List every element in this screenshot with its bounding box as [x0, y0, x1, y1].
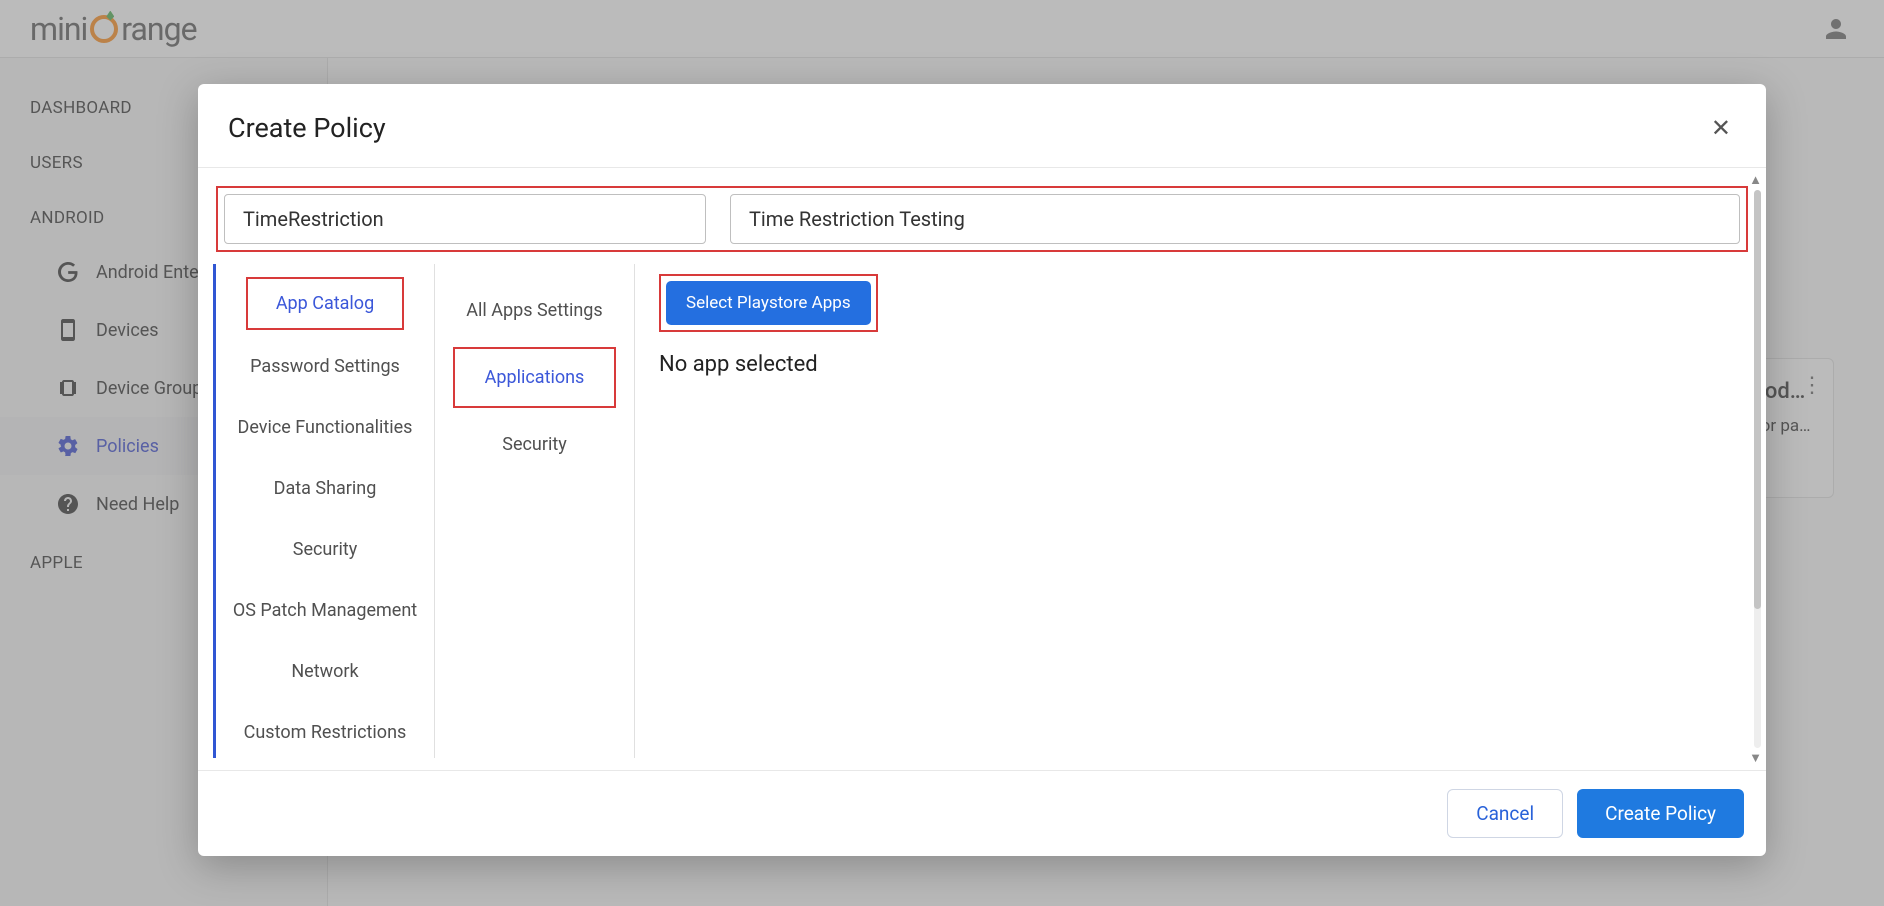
category-security[interactable]: Security — [222, 519, 428, 580]
scrollbar[interactable] — [1754, 190, 1761, 748]
create-policy-modal: Create Policy ✕ ▲ ▼ App Catalog Password… — [198, 84, 1766, 856]
scroll-down-icon[interactable]: ▼ — [1749, 750, 1762, 766]
no-app-selected-text: No app selected — [659, 352, 1727, 377]
policy-name-input[interactable] — [224, 194, 706, 244]
create-policy-button[interactable]: Create Policy — [1577, 789, 1744, 838]
sidebar-item-label: Need Help — [96, 494, 179, 515]
sidebar-item-label: Devices — [96, 320, 159, 341]
app-catalog-highlight-box: App Catalog — [246, 277, 404, 330]
sidebar-item-label: Policies — [96, 436, 159, 457]
modal-body: ▲ ▼ App Catalog Password Settings Device… — [198, 168, 1766, 770]
brand-logo: mini range — [30, 10, 197, 48]
policy-description-input[interactable] — [730, 194, 1740, 244]
category-password-settings[interactable]: Password Settings — [222, 336, 428, 397]
category-column: App Catalog Password Settings Device Fun… — [213, 264, 435, 758]
select-playstore-apps-button[interactable]: Select Playstore Apps — [666, 281, 871, 325]
logo-ring-icon — [90, 15, 118, 43]
category-custom-restrictions[interactable]: Custom Restrictions — [222, 702, 428, 763]
gear-icon — [55, 433, 81, 459]
applications-highlight-box: Applications — [453, 347, 616, 408]
select-apps-highlight-box: Select Playstore Apps — [659, 274, 878, 332]
scroll-up-icon[interactable]: ▲ — [1749, 172, 1762, 188]
close-icon[interactable]: ✕ — [1706, 109, 1736, 147]
category-device-functionalities[interactable]: Device Functionalities — [222, 397, 428, 458]
google-icon — [55, 259, 81, 285]
phone-icon — [55, 317, 81, 343]
modal-footer: Cancel Create Policy — [198, 770, 1766, 856]
subcategory-column: All Apps Settings Applications Security — [435, 264, 635, 758]
modal-header: Create Policy ✕ — [198, 84, 1766, 167]
logo-text-post: range — [121, 10, 196, 48]
app-header: mini range — [0, 0, 1884, 58]
category-network[interactable]: Network — [222, 641, 428, 702]
cancel-button[interactable]: Cancel — [1447, 789, 1563, 838]
config-grid: App Catalog Password Settings Device Fun… — [213, 264, 1751, 758]
category-data-sharing[interactable]: Data Sharing — [222, 458, 428, 519]
subcategory-applications[interactable]: Applications — [455, 349, 614, 406]
category-os-patch-management[interactable]: OS Patch Management — [222, 580, 428, 641]
modal-title: Create Policy — [228, 112, 386, 144]
more-options-icon[interactable]: ⋮ — [1801, 373, 1823, 398]
account-icon[interactable] — [1818, 11, 1854, 47]
device-group-icon — [55, 375, 81, 401]
subcategory-all-apps-settings[interactable]: All Apps Settings — [441, 278, 628, 343]
subcategory-security[interactable]: Security — [441, 412, 628, 477]
apps-column: Select Playstore Apps No app selected — [635, 264, 1751, 758]
logo-text-pre: mini — [30, 10, 87, 48]
category-app-catalog[interactable]: App Catalog — [248, 279, 402, 328]
policy-name-highlight-box — [216, 186, 1748, 252]
sidebar-item-label: Device Groups — [96, 378, 212, 399]
help-icon — [55, 491, 81, 517]
